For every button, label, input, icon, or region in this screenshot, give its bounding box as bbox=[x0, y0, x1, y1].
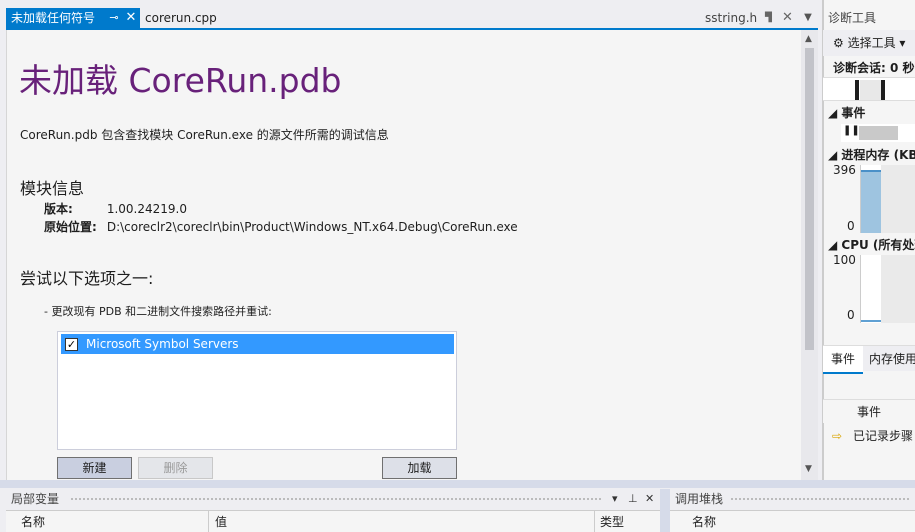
module-info-heading: 模块信息 bbox=[20, 179, 85, 198]
symbol-server-label: Microsoft Symbol Servers bbox=[86, 337, 239, 351]
symbol-server-item[interactable]: ✓ Microsoft Symbol Servers bbox=[61, 334, 454, 354]
vertical-scrollbar[interactable]: ▲ ▼ bbox=[801, 30, 818, 480]
drag-grip[interactable] bbox=[730, 497, 910, 502]
tab-no-symbols-loaded[interactable]: 未加载任何符号 ⊸ ✕ bbox=[6, 8, 140, 28]
tab-label: corerun.cpp bbox=[145, 11, 217, 25]
timeline-selection bbox=[860, 80, 882, 100]
events-track: ❚❚ bbox=[841, 124, 915, 142]
diagnostic-tools-panel: 诊断工具 ⚙ 选择工具 ▾ 诊断会话: 0 秒 ◢ 事件 ❚❚ ◢ 进程内存 (… bbox=[822, 0, 915, 480]
pin-icon[interactable]: ▜ bbox=[765, 8, 772, 28]
events-grid-row[interactable]: ⇨ 已记录步骤 bbox=[823, 424, 915, 448]
load-button[interactable]: 加载 bbox=[382, 457, 457, 479]
close-icon[interactable]: ✕ bbox=[645, 489, 654, 509]
timeline-end-marker[interactable] bbox=[881, 80, 885, 100]
delete-button[interactable]: 删除 bbox=[138, 457, 213, 479]
column-type[interactable]: 类型 bbox=[594, 511, 624, 532]
location-value: D:\coreclr2\coreclr\bin\Product\Windows_… bbox=[106, 220, 518, 234]
tab-corerun-cpp[interactable]: corerun.cpp bbox=[140, 8, 217, 28]
pin-icon[interactable]: ⊥ bbox=[628, 489, 638, 509]
memory-chart-unselected-area bbox=[881, 165, 915, 233]
no-symbols-document: 未加载 CoreRun.pdb CoreRun.pdb 包含查找模块 CoreR… bbox=[6, 30, 818, 480]
symbol-server-list[interactable]: ✓ Microsoft Symbol Servers bbox=[57, 331, 457, 450]
scroll-down-icon[interactable]: ▼ bbox=[805, 464, 812, 474]
memory-usage-area bbox=[861, 170, 881, 233]
cpu-usage-line bbox=[861, 320, 881, 322]
close-icon[interactable]: ✕ bbox=[782, 8, 793, 28]
scroll-up-icon[interactable]: ▲ bbox=[805, 34, 812, 44]
options-heading: 尝试以下选项之一: bbox=[20, 269, 154, 288]
column-name[interactable]: 名称 bbox=[692, 511, 716, 532]
arrow-right-icon: ⇨ bbox=[832, 429, 843, 443]
location-key: 原始位置: bbox=[44, 220, 97, 234]
tab-label: sstring.h bbox=[705, 11, 758, 25]
process-memory-chart bbox=[860, 165, 915, 233]
column-name[interactable]: 名称 bbox=[21, 511, 45, 532]
new-button[interactable]: 新建 bbox=[57, 457, 132, 479]
scrollbar-thumb[interactable] bbox=[805, 48, 814, 350]
cpu-axis-max: 100 bbox=[833, 253, 856, 267]
session-timeline[interactable] bbox=[823, 77, 915, 101]
pin-icon[interactable]: ⊸ bbox=[107, 8, 121, 28]
memory-axis-min: 0 bbox=[847, 219, 855, 233]
events-grid-header: 事件 bbox=[823, 399, 915, 423]
events-track-fill bbox=[859, 126, 898, 140]
memory-axis-max: 396 bbox=[833, 163, 856, 177]
version-key: 版本: bbox=[44, 202, 73, 216]
version-row: 版本: 1.00.24219.0 bbox=[44, 200, 187, 217]
tab-events[interactable]: 事件 bbox=[823, 346, 864, 374]
timeline-start-marker[interactable] bbox=[855, 80, 859, 100]
version-value: 1.00.24219.0 bbox=[106, 202, 187, 216]
checkbox-checked-icon[interactable]: ✓ bbox=[65, 338, 78, 351]
column-value[interactable]: 值 bbox=[208, 511, 227, 532]
locals-window-header[interactable]: 局部变量 ▾ ⊥ ✕ bbox=[6, 489, 660, 509]
original-location-row: 原始位置: D:\coreclr2\coreclr\bin\Product\Wi… bbox=[44, 218, 518, 235]
cpu-chart-unselected-area bbox=[881, 255, 915, 323]
cpu-axis-min: 0 bbox=[847, 308, 855, 322]
diagnostic-session-time: 诊断会话: 0 秒 bbox=[833, 61, 915, 75]
tab-sstring-h[interactable]: sstring.h ▜ ✕ bbox=[700, 8, 796, 28]
drag-grip[interactable] bbox=[70, 497, 602, 502]
events-section-heading[interactable]: ◢ 事件 bbox=[828, 104, 865, 121]
tab-memory-usage[interactable]: 内存使用 bbox=[869, 346, 915, 372]
locals-column-header: 名称 值 类型 bbox=[6, 510, 660, 532]
recorded-steps-label: 已记录步骤 bbox=[853, 429, 914, 443]
process-memory-heading[interactable]: ◢ 进程内存 (KB) bbox=[828, 146, 915, 163]
callstack-window-header[interactable]: 调用堆栈 bbox=[670, 489, 915, 509]
tab-overflow-dropdown-icon[interactable]: ▼ bbox=[800, 8, 816, 28]
diagnostic-tools-title: 诊断工具 bbox=[828, 11, 877, 25]
close-icon[interactable]: ✕ bbox=[124, 8, 138, 28]
window-menu-dropdown-icon[interactable]: ▾ bbox=[612, 489, 618, 509]
locals-title: 局部变量 bbox=[11, 492, 60, 506]
document-tab-strip: 未加载任何符号 ⊸ ✕ corerun.cpp sstring.h ▜ ✕ ▼ bbox=[0, 0, 822, 30]
select-tools-dropdown[interactable]: ⚙ 选择工具 ▾ bbox=[823, 30, 915, 56]
callstack-title: 调用堆栈 bbox=[675, 492, 724, 506]
horizontal-splitter[interactable] bbox=[0, 480, 915, 488]
vertical-splitter[interactable] bbox=[660, 489, 670, 532]
cpu-section-heading[interactable]: ◢ CPU (所有处理器) bbox=[828, 236, 915, 253]
page-description: CoreRun.pdb 包含查找模块 CoreRun.exe 的源文件所需的调试… bbox=[20, 128, 389, 142]
option-change-search-path: - 更改现有 PDB 和二进制文件搜索路径并重试: bbox=[44, 305, 272, 318]
page-title: 未加载 CoreRun.pdb bbox=[19, 61, 342, 100]
tab-label: 未加载任何符号 bbox=[11, 11, 96, 25]
pause-icon[interactable]: ❚❚ bbox=[843, 125, 860, 136]
column-event[interactable]: 事件 bbox=[857, 400, 881, 424]
callstack-column-header: 名称 bbox=[670, 510, 915, 532]
cpu-usage-chart bbox=[860, 255, 915, 323]
diagnostic-tabs: 事件 内存使用 bbox=[823, 345, 915, 374]
